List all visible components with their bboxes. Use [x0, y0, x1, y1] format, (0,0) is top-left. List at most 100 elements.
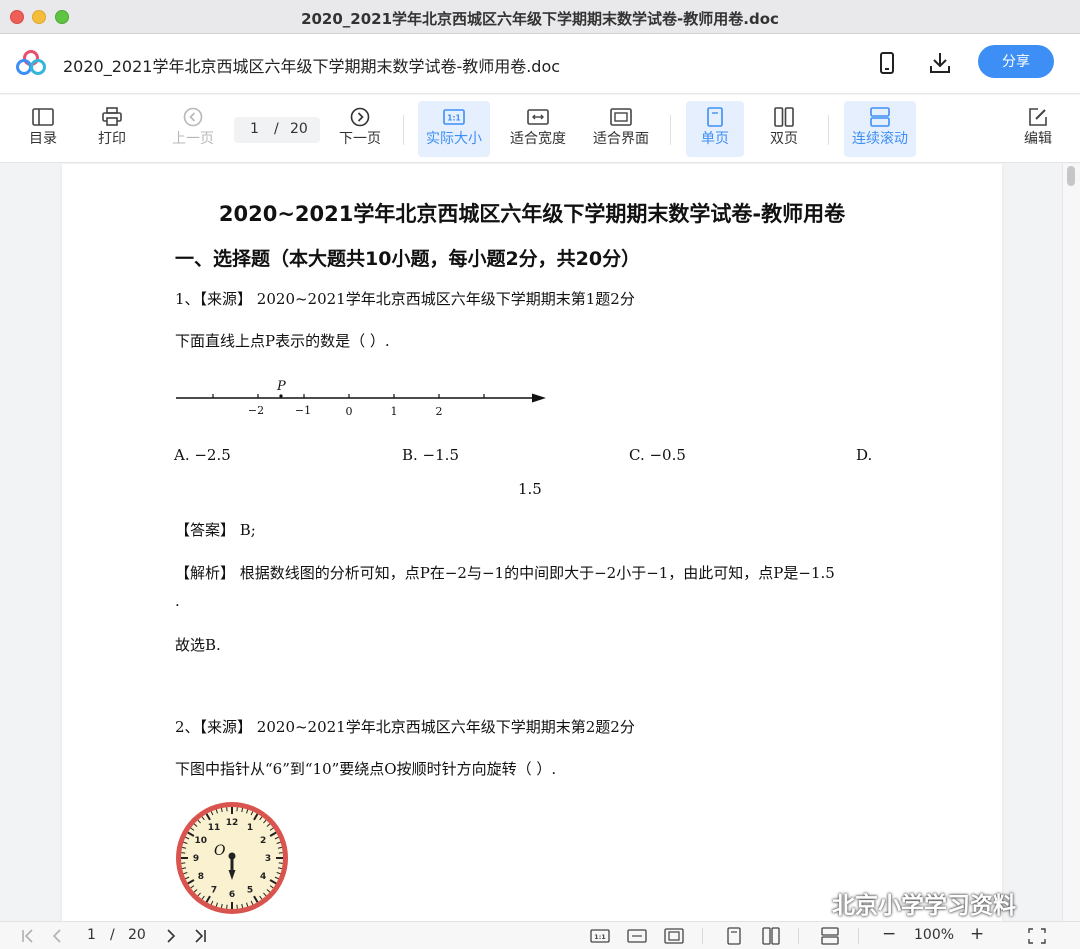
actual-size-icon: 1:1 — [443, 109, 465, 125]
fit-screen-button[interactable]: 适合界面 — [588, 101, 654, 157]
watermark-text: 北京小学学习资料 — [832, 893, 1016, 919]
document-page: 2020~2021学年北京西城区六年级下学期期末数学试卷-教师用卷 一、选择题（… — [62, 164, 1002, 921]
actual-size-small-icon-text: 1:1 — [594, 933, 606, 941]
next-page-icon[interactable] — [161, 927, 181, 945]
clock-number: 5 — [247, 885, 253, 895]
fit-width-button[interactable]: 适合宽度 — [505, 101, 571, 157]
q1-analysis-dot: . — [175, 592, 180, 610]
option-b: B. −1.5 — [402, 446, 459, 464]
clock-number: 2 — [260, 836, 266, 846]
clock-number: 7 — [211, 885, 217, 895]
q1-conclusion: 故选B. — [175, 636, 221, 654]
clock-number: 9 — [193, 854, 199, 864]
edit-button[interactable]: 编辑 — [1015, 101, 1061, 157]
window-title: 2020_2021学年北京西城区六年级下学期期末数学试卷-教师用卷.doc — [301, 10, 779, 28]
fit-width-small-icon[interactable] — [627, 927, 647, 945]
last-page-icon[interactable] — [190, 927, 210, 945]
app-window: 2020_2021学年北京西城区六年级下学期期末数学试卷-教师用卷.doc 20… — [0, 0, 1080, 949]
actual-size-small-icon[interactable]: 1:1 — [590, 927, 610, 945]
document-viewport[interactable]: 2020~2021学年北京西城区六年级下学期期末数学试卷-教师用卷 一、选择题（… — [0, 164, 1080, 921]
page-current: 1 — [250, 121, 259, 137]
prev-page-icon[interactable] — [48, 927, 68, 945]
q1-source: 1、【来源】 2020~2021学年北京西城区六年级下学期期末第1题2分 — [175, 290, 635, 308]
download-icon[interactable] — [927, 50, 953, 76]
point-p-label: P — [276, 379, 286, 394]
fit-width-icon — [527, 109, 549, 125]
prev-page-label: 上一页 — [172, 131, 214, 147]
tick-label: 2 — [436, 405, 443, 418]
status-divider — [702, 928, 703, 944]
point-p-marker — [279, 394, 283, 398]
option-c: C. −0.5 — [629, 446, 686, 464]
fit-screen-small-icon[interactable] — [664, 927, 684, 945]
page-separator: / — [274, 121, 279, 137]
next-page-button[interactable]: 下一页 — [334, 101, 386, 157]
option-a: A. −2.5 — [174, 446, 231, 464]
document-title: 2020_2021学年北京西城区六年级下学期期末数学试卷-教师用卷.doc — [63, 57, 561, 76]
clock-number: 4 — [260, 872, 266, 882]
double-page-icon — [774, 107, 794, 127]
fit-screen-icon — [610, 108, 632, 126]
q1-analysis: 【解析】 根据数线图的分析可知，点P在−2与−1的中间即大于−2小于−1，由此可… — [175, 564, 835, 582]
clock-center-label: O — [214, 843, 226, 859]
single-page-button[interactable]: 单页 — [686, 101, 744, 157]
document-heading: 2020~2021学年北京西城区六年级下学期期末数学试卷-教师用卷 — [218, 202, 846, 226]
actual-size-button[interactable]: 1:1 实际大小 — [418, 101, 490, 157]
toc-icon — [32, 108, 54, 126]
toolbar-divider — [828, 115, 829, 145]
continuous-scroll-small-icon[interactable] — [820, 927, 840, 945]
q1-stem: 下面直线上点P表示的数是（ ）. — [175, 332, 390, 350]
chevron-right-circle-icon — [350, 107, 370, 127]
continuous-scroll-icon — [870, 107, 890, 127]
share-button[interactable]: 分享 — [978, 45, 1054, 78]
toc-button[interactable]: 目录 — [20, 101, 66, 157]
fullscreen-icon[interactable] — [1027, 927, 1047, 945]
tick-label: −2 — [248, 404, 264, 417]
chevron-left-circle-icon — [183, 107, 203, 127]
section-heading: 一、选择题（本大题共10小题，每小题2分，共20分） — [175, 248, 641, 270]
first-page-icon[interactable] — [19, 927, 39, 945]
clock-number: 12 — [226, 818, 239, 828]
status-divider — [798, 928, 799, 944]
printer-icon — [102, 107, 122, 126]
edit-icon — [1029, 108, 1047, 126]
double-page-button[interactable]: 双页 — [760, 101, 808, 157]
clock-number: 8 — [198, 872, 204, 882]
q1-answer: 【答案】 B; — [175, 521, 256, 539]
status-page-current[interactable]: 1 — [87, 927, 96, 943]
toolbar: 目录 打印 上一页 1 / 20 下一页 1:1 实际大小 适合宽度 适合界面 … — [0, 95, 1080, 163]
clock-number: 6 — [229, 890, 235, 900]
clock-number: 10 — [195, 836, 208, 846]
print-label: 打印 — [98, 131, 126, 147]
zoom-in-button[interactable]: + — [970, 924, 984, 944]
status-divider — [858, 928, 859, 944]
option-d-value: 1.5 — [518, 480, 542, 498]
mobile-icon[interactable] — [874, 50, 900, 76]
toc-label: 目录 — [29, 131, 57, 147]
app-logo-icon — [16, 50, 46, 75]
double-page-label: 双页 — [770, 131, 798, 147]
continuous-scroll-button[interactable]: 连续滚动 — [844, 101, 916, 157]
single-page-icon — [707, 107, 723, 127]
single-page-small-icon[interactable] — [724, 927, 744, 945]
print-button[interactable]: 打印 — [89, 101, 135, 157]
clock-figure: 12 12 3 45 6 78 9 1011 O — [176, 802, 288, 914]
double-page-small-icon[interactable] — [761, 927, 781, 945]
next-page-label: 下一页 — [339, 131, 381, 147]
page-number-field[interactable]: 1 / 20 — [234, 117, 320, 143]
toolbar-divider — [403, 115, 404, 145]
scrollbar-thumb[interactable] — [1067, 166, 1075, 186]
tick-label: 1 — [391, 405, 398, 418]
fit-screen-label: 适合界面 — [593, 131, 649, 147]
vertical-scrollbar[interactable] — [1062, 164, 1080, 921]
clock-number: 3 — [265, 854, 271, 864]
clock-number: 1 — [247, 823, 253, 833]
tick-label: −1 — [295, 404, 311, 417]
actual-size-label: 实际大小 — [426, 131, 482, 147]
number-line-figure: P −2 −1 0 1 2 — [176, 379, 546, 418]
q2-source: 2、【来源】 2020~2021学年北京西城区六年级下学期期末第2题2分 — [175, 718, 635, 736]
prev-page-button[interactable]: 上一页 — [166, 101, 220, 157]
zoom-out-button[interactable]: − — [882, 924, 896, 944]
status-page-separator: / — [110, 927, 115, 943]
tick-label: 0 — [346, 405, 353, 418]
